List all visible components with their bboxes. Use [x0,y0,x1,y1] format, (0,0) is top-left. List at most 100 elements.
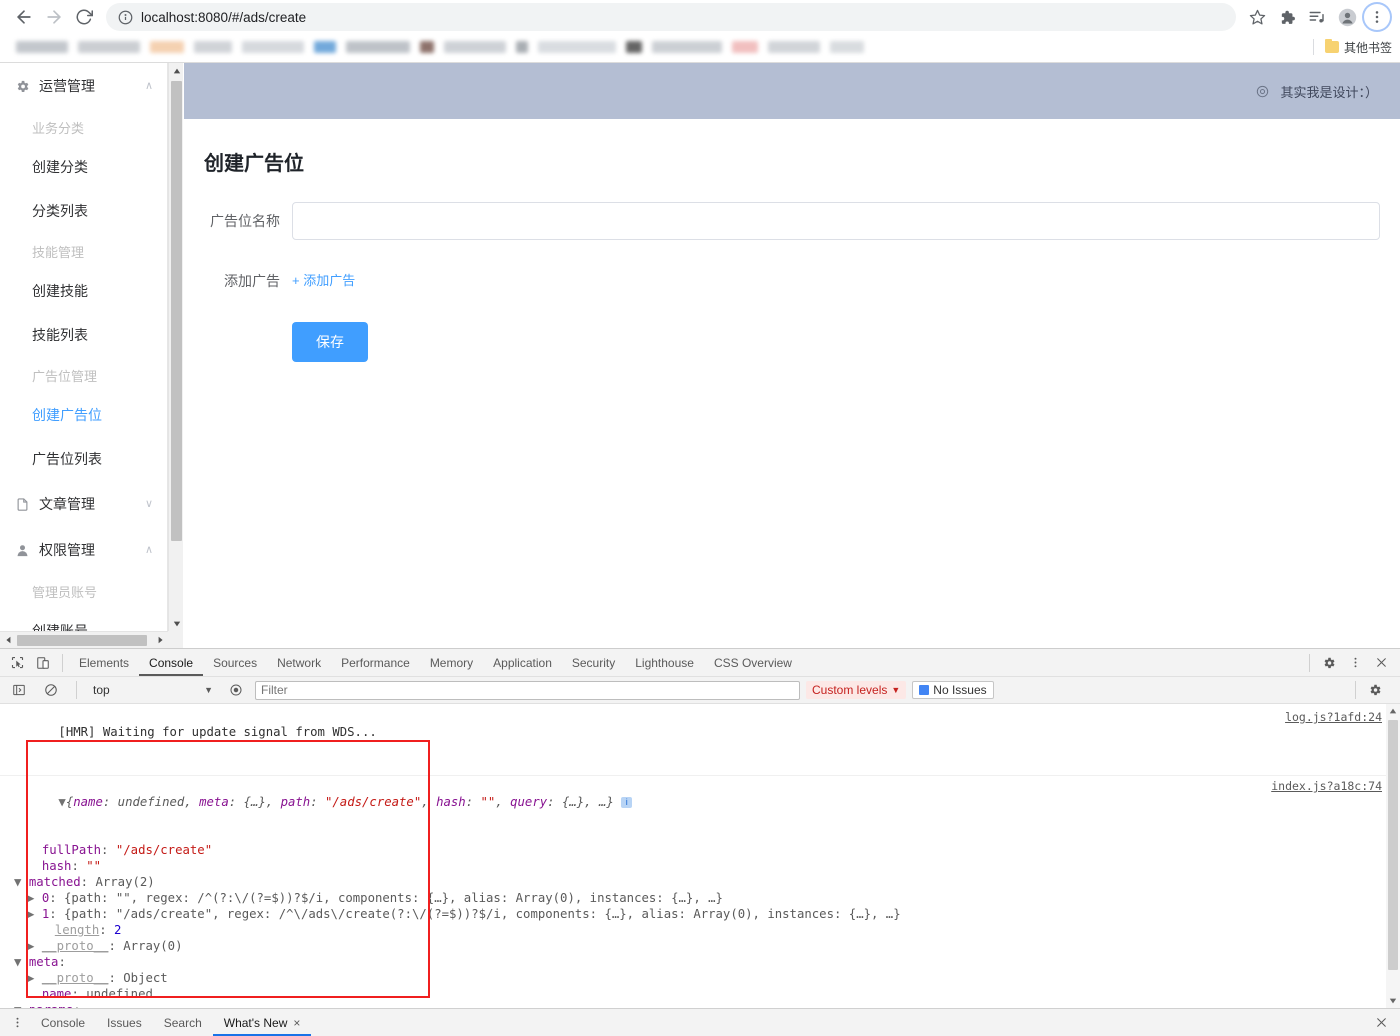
console-tree-row[interactable]: ▼ meta: [0,954,1400,970]
page-vertical-scrollbar[interactable] [168,63,183,631]
console-tree-row[interactable]: ▼ params: [0,1002,1400,1008]
tab-memory[interactable]: Memory [420,649,483,676]
tab-application[interactable]: Application [483,649,562,676]
clear-console-icon[interactable] [38,678,64,702]
collapse-triangle-icon[interactable]: ▶ [27,971,42,985]
console-tree-row[interactable]: fullPath: "/ads/create" [0,842,1400,858]
console-source-link[interactable]: log.js?1afd:24 [1285,709,1382,725]
close-drawer-icon[interactable] [1368,1011,1394,1035]
console-tree-row[interactable]: ▼ matched: Array(2) [0,874,1400,890]
ad-name-input[interactable] [292,202,1380,240]
console-tree-row[interactable]: name: undefined [0,986,1400,1002]
bookmark-item[interactable] [16,41,68,53]
drawer-tab-console[interactable]: Console [30,1009,96,1036]
console-filter-input[interactable] [255,680,800,700]
gear-outline-icon[interactable] [1255,84,1270,99]
bookmark-item[interactable] [652,41,722,53]
profile-avatar-icon[interactable] [1334,4,1360,30]
bookmark-item[interactable] [768,41,820,53]
bookmark-item[interactable] [78,41,140,53]
reload-button[interactable] [70,3,98,31]
settings-gear-icon[interactable] [1316,651,1342,675]
sidebar-group-header-articles[interactable]: 文章管理 ∨ [0,481,167,527]
console-settings-gear-icon[interactable] [1362,678,1388,702]
collapse-triangle-icon[interactable]: ▶ [27,939,42,953]
console-scrollbar-thumb[interactable] [1388,720,1398,970]
tab-css-overview[interactable]: CSS Overview [704,649,802,676]
console-scroll-down-icon[interactable] [1386,994,1400,1008]
other-bookmarks[interactable]: 其他书签 [1312,39,1392,56]
bookmark-item[interactable] [516,41,528,53]
sidebar-item-create-category[interactable]: 创建分类 [0,145,167,189]
expand-triangle-icon[interactable]: ▼ [14,875,29,889]
tab-performance[interactable]: Performance [331,649,420,676]
console-tree-row[interactable]: hash: "" [0,858,1400,874]
device-toolbar-icon[interactable] [30,651,56,675]
expand-triangle-icon[interactable]: ▼ [14,955,29,969]
bookmark-item[interactable] [346,41,410,53]
bookmark-item[interactable] [314,41,336,53]
sidebar-group-header-operations[interactable]: 运营管理 ∧ [0,63,167,109]
scroll-up-arrow-icon[interactable] [169,63,184,78]
console-levels-dropdown[interactable]: Custom levels ▼ [806,681,907,699]
console-sidebar-toggle-icon[interactable] [6,678,32,702]
tab-elements[interactable]: Elements [69,649,139,676]
drawer-tab-whats-new[interactable]: What's New × [213,1009,312,1036]
tab-sources[interactable]: Sources [203,649,267,676]
drawer-tab-search[interactable]: Search [153,1009,213,1036]
extensions-puzzle-icon[interactable] [1274,4,1300,30]
tab-lighthouse[interactable]: Lighthouse [625,649,704,676]
console-tree-row[interactable]: ▶ 1: {path: "/ads/create", regex: /^\/ad… [0,906,1400,922]
bookmark-item[interactable] [194,41,232,53]
address-bar[interactable]: localhost:8080/#/ads/create [106,3,1236,31]
console-output[interactable]: [HMR] Waiting for update signal from WDS… [0,704,1400,1008]
save-button[interactable]: 保存 [292,322,368,362]
expand-triangle-icon[interactable]: ▼ [14,1003,29,1008]
console-tree-row[interactable]: length: 2 [0,922,1400,938]
horizontal-scrollbar-thumb[interactable] [17,635,147,646]
media-list-icon[interactable] [1304,4,1330,30]
console-tree-row[interactable]: ▶ 0: {path: "", regex: /^(?:\/(?=$))?$/i… [0,890,1400,906]
console-tree-row[interactable]: ▶ __proto__: Object [0,970,1400,986]
collapse-triangle-icon[interactable]: ▶ [27,907,42,921]
live-expression-eye-icon[interactable] [223,678,249,702]
collapse-triangle-icon[interactable]: ▶ [27,891,42,905]
scroll-left-arrow-icon[interactable] [0,632,15,648]
sidebar-item-skill-list[interactable]: 技能列表 [0,313,167,357]
no-issues-badge[interactable]: No Issues [912,681,994,699]
bookmark-item[interactable] [444,41,506,53]
drawer-tab-issues[interactable]: Issues [96,1009,153,1036]
sidebar-item-create-ad[interactable]: 创建广告位 [0,393,167,437]
close-icon[interactable]: × [293,1016,300,1030]
chrome-menu-icon[interactable] [1364,4,1390,30]
site-info-icon[interactable] [118,10,133,25]
vertical-scrollbar-thumb[interactable] [171,81,182,541]
console-object-tree[interactable]: fullPath: "/ads/create" hash: "" ▼ matche… [0,842,1400,1008]
expand-triangle-icon[interactable]: ▼ [58,795,65,809]
back-button[interactable] [10,3,38,31]
scroll-right-arrow-icon[interactable] [153,632,168,648]
execution-context-select[interactable]: top ▼ [89,681,217,700]
tab-console[interactable]: Console [139,649,203,676]
tab-network[interactable]: Network [267,649,331,676]
sidebar-group-header-permissions[interactable]: 权限管理 ∧ [0,527,167,573]
more-vertical-icon[interactable] [1342,651,1368,675]
tab-security[interactable]: Security [562,649,625,676]
bookmark-item[interactable] [830,41,864,53]
bookmark-item[interactable] [626,41,642,53]
drawer-more-icon[interactable] [4,1011,30,1035]
bookmark-item[interactable] [420,41,434,53]
bookmark-item[interactable] [242,41,304,53]
console-tree-row[interactable]: ▶ __proto__: Array(0) [0,938,1400,954]
console-scroll-up-icon[interactable] [1386,704,1400,718]
scroll-down-arrow-icon[interactable] [169,616,184,631]
inspect-element-icon[interactable] [4,651,30,675]
sidebar-item-ad-list[interactable]: 广告位列表 [0,437,167,481]
bookmark-item[interactable] [538,41,616,53]
bookmark-item[interactable] [732,41,758,53]
add-ad-link[interactable]: + 添加广告 [292,273,355,288]
sidebar-item-category-list[interactable]: 分类列表 [0,189,167,233]
sidebar-item-create-account[interactable]: 创建账号 [0,609,167,631]
console-vertical-scrollbar[interactable] [1386,704,1400,1008]
console-message-object-summary[interactable]: ▼{name: undefined, meta: {…}, path: "/ad… [0,776,1400,842]
